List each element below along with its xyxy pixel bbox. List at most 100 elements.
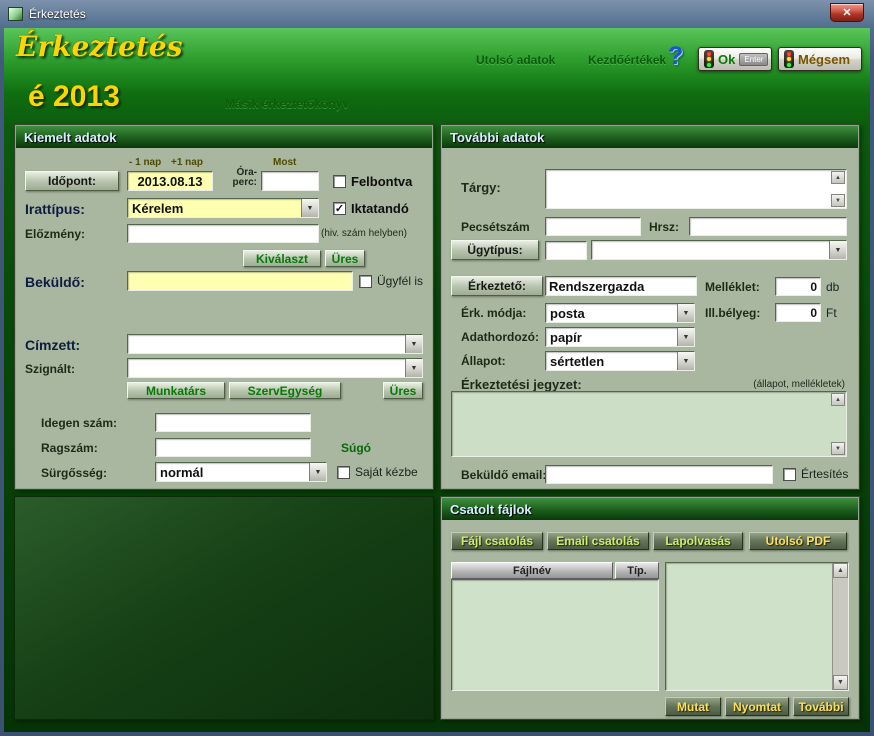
enter-badge: Enter [739,53,768,66]
utolso-pdf-button[interactable]: Utolsó PDF [749,532,847,550]
nyomtat-button[interactable]: Nyomtat [725,697,789,716]
other-book-link[interactable]: Másik érkeztetőkönyv [225,97,349,111]
ugytipus-dropdown[interactable]: ▼ [591,240,847,260]
munkatars-button[interactable]: Munkatárs [127,382,225,399]
irattipus-dropdown[interactable]: Kérelem ▼ [127,198,319,218]
elozmeny-field[interactable] [127,224,319,243]
mutat-button[interactable]: Mutat [665,697,721,716]
fajl-csatolas-button[interactable]: Fájl csatolás [451,532,543,550]
ugyfel-is-checkbox[interactable]: Ügyfél is [359,274,423,288]
idopont-button[interactable]: Időpont: [25,171,119,191]
csatolt-panel-title: Csatolt fájlok [442,498,858,520]
allapot-dropdown[interactable]: sértetlen ▼ [545,351,695,371]
chevron-down-icon[interactable]: ▼ [309,463,326,481]
erkezteto-button[interactable]: Érkeztető: [451,276,543,296]
tovabbi-button[interactable]: További [793,697,849,716]
ragszam-field[interactable] [155,438,311,457]
targy-field[interactable]: ▲ ▼ [545,169,847,209]
irattipus-value: Kérelem [128,199,301,217]
ft-label: Ft [826,306,837,320]
checkbox-box[interactable] [337,466,350,479]
scroll-down-icon[interactable]: ▼ [831,442,845,455]
iktatando-checkbox[interactable]: ✓ Iktatandó [333,201,409,216]
date-field[interactable] [127,171,213,191]
irattipus-label: Irattípus: [25,201,85,217]
plus-day-link[interactable]: +1 nap [171,157,203,168]
targy-label: Tárgy: [461,180,501,195]
melleklet-field[interactable] [775,277,821,296]
ertesites-checkbox[interactable]: Értesítés [783,467,848,481]
preview-scrollbar[interactable]: ▲ ▼ [832,563,848,690]
erkezteto-field[interactable] [545,276,697,296]
scroll-up-icon[interactable]: ▲ [833,563,848,578]
hrsz-field[interactable] [689,217,847,236]
pecsetszam-field[interactable] [545,217,641,236]
bekuldo-field[interactable] [127,271,353,291]
traffic-light-icon [704,50,714,68]
preview-area[interactable]: ▲ ▼ [665,562,849,691]
checkbox-box[interactable] [333,175,346,188]
now-link[interactable]: Most [273,157,296,168]
szignalt-label: Szignált: [25,362,75,376]
erk-modja-dropdown[interactable]: posta ▼ [545,303,695,323]
chevron-down-icon[interactable]: ▼ [677,352,694,370]
checkbox-box[interactable] [359,275,372,288]
cimzett-dropdown[interactable]: ▼ [127,334,423,354]
file-list[interactable] [451,579,659,691]
sajat-kezbe-label: Saját kézbe [355,465,418,479]
kivalaszt-button[interactable]: Kiválaszt [243,250,321,267]
email-csatolas-button[interactable]: Email csatolás [547,532,649,550]
kiemelt-panel-title: Kiemelt adatok [16,126,432,148]
hiv-szam-hint: (hiv. szám helyben) [321,228,407,239]
fajlnev-column-header[interactable]: Fájlnév [451,562,613,579]
help-icon[interactable]: ? [668,42,683,71]
szignalt-value [128,359,405,377]
sugo-link[interactable]: Súgó [341,441,371,455]
window-title: Érkeztetés [29,7,86,21]
close-button[interactable]: ✕ [830,3,864,22]
chevron-down-icon[interactable]: ▼ [405,359,422,377]
ures2-button[interactable]: Üres [383,382,423,399]
lapolvasas-button[interactable]: Lapolvasás [653,532,743,550]
felbontva-checkbox[interactable]: Felbontva [333,174,412,189]
titlebar[interactable]: Érkeztetés ✕ [0,0,874,28]
defaults-link[interactable]: Kezdőértékek [588,53,666,67]
checkbox-box[interactable]: ✓ [333,202,346,215]
jegyzet-label: Érkeztetési jegyzet: [461,377,582,392]
scroll-down-icon[interactable]: ▼ [831,194,845,207]
allapot-label: Állapot: [461,354,506,368]
allapot-value: sértetlen [546,352,677,370]
ragszam-label: Ragszám: [41,441,98,455]
chevron-down-icon[interactable]: ▼ [405,335,422,353]
erk-modja-value: posta [546,304,677,322]
ugytipus-button[interactable]: Ügytípus: [451,240,539,260]
ugytipus-code-field[interactable] [545,241,587,260]
szignalt-dropdown[interactable]: ▼ [127,358,423,378]
chevron-down-icon[interactable]: ▼ [301,199,318,217]
surgosseg-dropdown[interactable]: normál ▼ [155,462,327,482]
cancel-label: Mégsem [798,52,850,67]
cancel-button[interactable]: Mégsem [778,47,862,71]
scroll-down-icon[interactable]: ▼ [833,675,848,690]
adathordozo-dropdown[interactable]: papír ▼ [545,327,695,347]
ok-label: Ok [718,52,735,67]
scroll-up-icon[interactable]: ▲ [831,393,845,406]
chevron-down-icon[interactable]: ▼ [677,328,694,346]
szervegyseg-button[interactable]: SzervEgység [229,382,341,399]
scroll-up-icon[interactable]: ▲ [831,171,845,184]
hour-field[interactable] [261,171,319,191]
idegen-szam-field[interactable] [155,413,311,432]
sajat-kezbe-checkbox[interactable]: Saját kézbe [337,465,418,479]
tip-column-header[interactable]: Típ. [615,562,659,579]
checkbox-box[interactable] [783,468,796,481]
last-data-link[interactable]: Utolsó adatok [476,53,555,67]
jegyzet-field[interactable]: ▲ ▼ [451,391,847,457]
chevron-down-icon[interactable]: ▼ [677,304,694,322]
ures-button[interactable]: Üres [325,250,365,267]
minus-day-link[interactable]: - 1 nap [129,157,161,168]
chevron-down-icon[interactable]: ▼ [829,241,846,259]
ok-button[interactable]: Ok Enter [698,47,772,71]
bekuldo-email-field[interactable] [545,465,773,484]
book-year: é 2013 [28,80,120,114]
ill-belyeg-field[interactable] [775,303,821,322]
